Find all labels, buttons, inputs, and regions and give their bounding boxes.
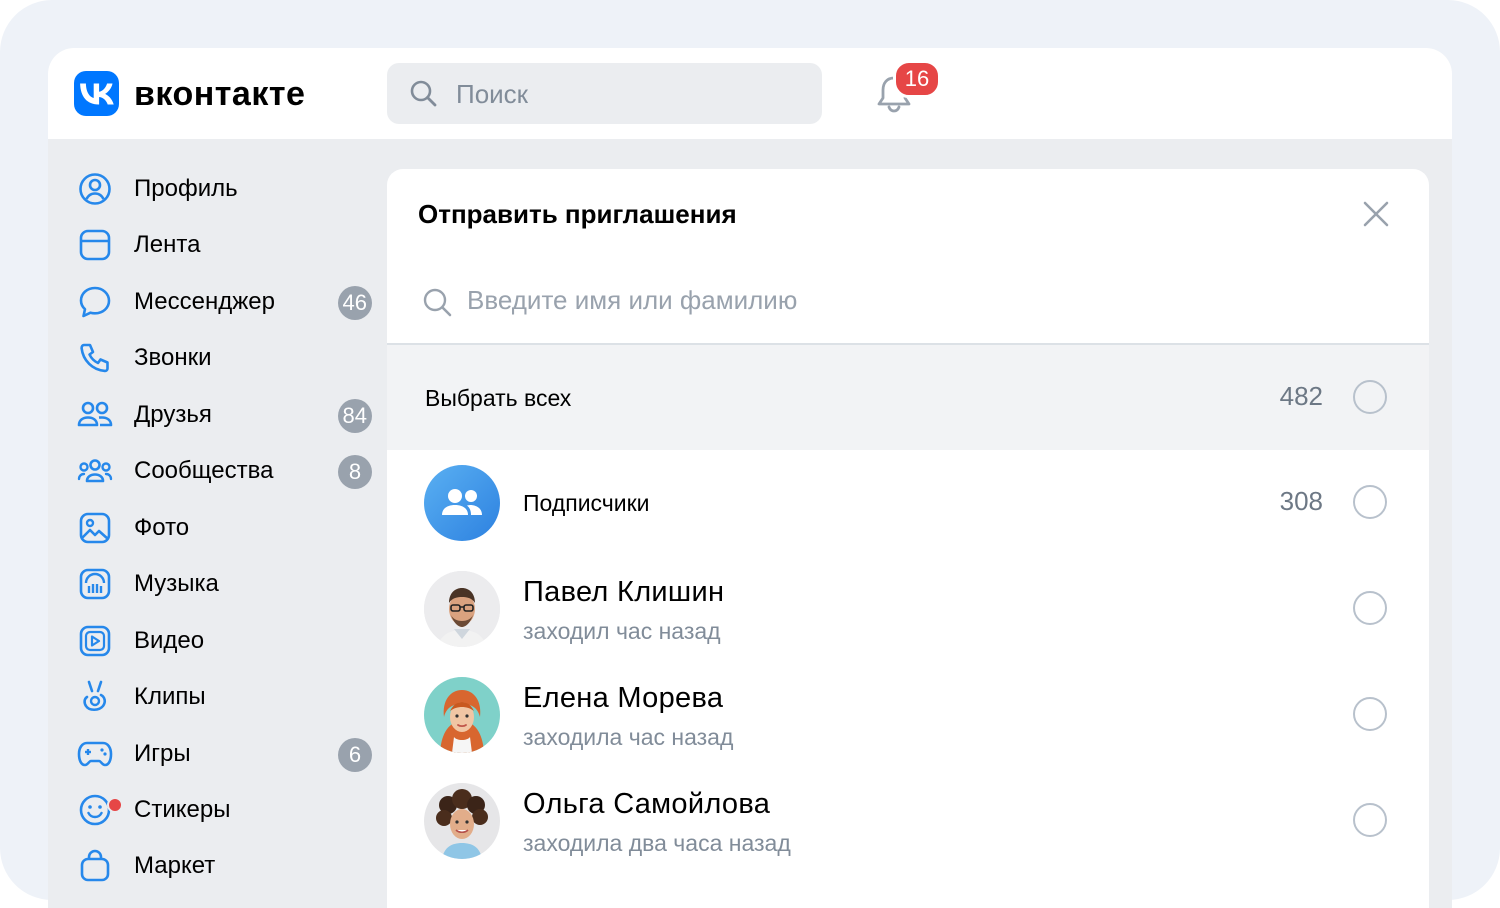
video-icon bbox=[76, 622, 114, 660]
sidebar-item-music[interactable]: Музыка bbox=[76, 559, 366, 609]
sidebar-item-label: Лента bbox=[134, 231, 201, 258]
sidebar-item-label: Профиль bbox=[134, 175, 238, 202]
subscribers-radio[interactable] bbox=[1353, 485, 1387, 519]
subscribers-row[interactable]: Подписчики 308 bbox=[387, 450, 1429, 556]
communities-icon bbox=[76, 452, 114, 490]
sidebar-item-photo[interactable]: Фото bbox=[76, 503, 366, 553]
sidebar-item-feed[interactable]: Лента bbox=[76, 220, 366, 270]
sidebar-item-games[interactable]: Игры 6 bbox=[76, 729, 372, 779]
friend-row[interactable]: Павел Клишин заходил час назад bbox=[387, 556, 1429, 662]
sidebar-item-clips[interactable]: Клипы bbox=[76, 672, 366, 722]
subscribers-label: Подписчики bbox=[523, 490, 650, 516]
select-all-label: Выбрать всех bbox=[425, 385, 572, 411]
select-all-radio[interactable] bbox=[1353, 380, 1387, 414]
modal-title: Отправить приглашения bbox=[418, 199, 737, 229]
sidebar-item-messenger[interactable]: Мессенджер 46 bbox=[76, 277, 372, 327]
games-icon bbox=[76, 735, 114, 773]
clips-icon bbox=[76, 678, 114, 716]
sidebar-item-label: Игры bbox=[134, 740, 191, 767]
subscribers-count: 308 bbox=[1279, 486, 1323, 516]
avatar bbox=[424, 677, 500, 753]
vk-logo-icon[interactable] bbox=[74, 71, 119, 116]
sidebar-item-profile[interactable]: Профиль bbox=[76, 164, 366, 214]
notifications-badge: 16 bbox=[893, 60, 941, 98]
sidebar-item-friends[interactable]: Друзья 84 bbox=[76, 390, 372, 440]
friend-radio[interactable] bbox=[1353, 591, 1387, 625]
sidebar-item-label: Маркет bbox=[134, 852, 216, 879]
sidebar-item-video[interactable]: Видео bbox=[76, 616, 366, 666]
subscribers-avatar bbox=[424, 465, 500, 541]
top-header: вконтакте Поиск 16 bbox=[48, 48, 1452, 139]
phone-icon bbox=[76, 339, 114, 377]
music-icon bbox=[76, 565, 114, 603]
friend-status: заходила час назад bbox=[523, 724, 734, 750]
avatar bbox=[424, 783, 500, 859]
sidebar-item-label: Клипы bbox=[134, 683, 206, 710]
sidebar-item-label: Видео bbox=[134, 627, 205, 654]
stickers-icon bbox=[76, 791, 123, 829]
friend-status: заходил час назад bbox=[523, 618, 721, 644]
invite-modal: Отправить приглашения Введите имя или фа… bbox=[387, 169, 1429, 908]
market-icon bbox=[76, 847, 114, 885]
games-count-badge: 6 bbox=[338, 738, 372, 772]
friend-radio[interactable] bbox=[1353, 803, 1387, 837]
brand-name[interactable]: вконтакте bbox=[134, 72, 305, 116]
friend-row[interactable]: Ольга Самойлова заходила два часа назад bbox=[387, 768, 1429, 874]
sidebar-item-calls[interactable]: Звонки bbox=[76, 333, 366, 383]
friend-name: Ольга Самойлова bbox=[523, 788, 771, 820]
sidebar-item-label: Сообщества bbox=[134, 457, 274, 484]
stickers-new-dot bbox=[107, 797, 123, 813]
search-icon bbox=[410, 80, 437, 107]
friend-name: Елена Морева bbox=[523, 682, 724, 714]
sidebar-item-label: Музыка bbox=[134, 570, 219, 597]
sidebar-item-label: Друзья bbox=[134, 401, 212, 428]
left-sidebar: Профиль Лента Мессенджер 46 Звонки Друзь… bbox=[48, 139, 387, 908]
friend-search-input[interactable]: Введите имя или фамилию bbox=[467, 285, 797, 316]
close-icon[interactable] bbox=[1361, 199, 1391, 229]
select-all-count: 482 bbox=[1279, 381, 1323, 411]
app-window: вконтакте Поиск 16 Профиль Лента Мессенд… bbox=[48, 48, 1452, 908]
friend-name: Павел Клишин bbox=[523, 576, 725, 608]
messenger-icon bbox=[76, 283, 114, 321]
feed-icon bbox=[76, 226, 114, 264]
sidebar-item-label: Фото bbox=[134, 514, 190, 541]
communities-count-badge: 8 bbox=[338, 455, 372, 489]
friend-radio[interactable] bbox=[1353, 697, 1387, 731]
sidebar-item-communities[interactable]: Сообщества 8 bbox=[76, 446, 372, 496]
search-placeholder: Поиск bbox=[456, 79, 529, 109]
sidebar-item-label: Мессенджер bbox=[134, 288, 275, 315]
global-search-input[interactable]: Поиск bbox=[387, 63, 822, 124]
photo-icon bbox=[76, 509, 114, 547]
messenger-count-badge: 46 bbox=[337, 286, 372, 320]
sidebar-item-label: Стикеры bbox=[134, 796, 231, 823]
sidebar-item-stickers[interactable]: Стикеры bbox=[76, 785, 366, 835]
friends-count-badge: 84 bbox=[337, 399, 372, 433]
search-icon bbox=[423, 288, 452, 317]
users-icon bbox=[442, 489, 482, 515]
profile-icon bbox=[76, 170, 114, 208]
select-all-row[interactable]: Выбрать всех 482 bbox=[387, 345, 1429, 450]
avatar bbox=[424, 571, 500, 647]
friend-row[interactable]: Елена Морева заходила час назад bbox=[387, 662, 1429, 768]
sidebar-item-market[interactable]: Маркет bbox=[76, 841, 366, 891]
sidebar-item-label: Звонки bbox=[134, 344, 212, 371]
friend-status: заходила два часа назад bbox=[523, 830, 791, 856]
friends-icon bbox=[76, 396, 114, 434]
